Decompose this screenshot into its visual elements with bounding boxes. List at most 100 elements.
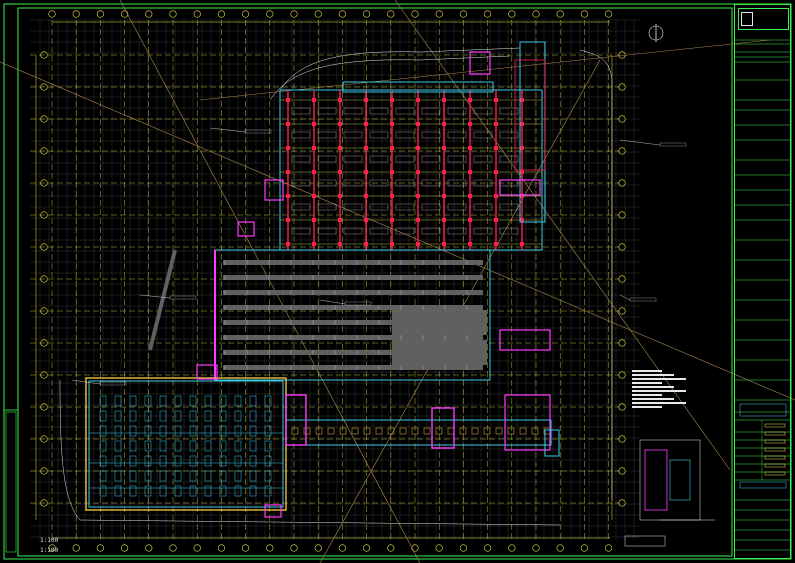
parking-stall [343,155,363,163]
axis-bubble-top [242,10,250,18]
column-marker [494,146,498,150]
axis-bubble-top [72,10,80,18]
column-marker [468,122,472,126]
column-marker [520,242,524,246]
leader-line-2 [319,299,346,305]
axis-bubble-bottom [604,544,613,552]
parking-row-hatch [223,305,483,310]
axis-bubble-bottom [387,544,395,552]
lower-stall [249,440,257,452]
lower-stall [204,425,212,437]
lower-stall [159,395,167,407]
lower-stall [204,395,212,407]
column-marker [338,146,342,150]
column-marker [312,122,316,126]
site-boundary-right [579,49,613,500]
axis-bubble-top [556,10,564,18]
column-marker [390,122,394,126]
drawing-title-block [624,535,666,547]
lower-stall [249,395,257,407]
axis-bubble-top [217,10,225,18]
lower-stall [129,470,137,482]
column-marker [416,146,420,150]
column-marker [286,122,290,126]
column-marker [416,194,420,198]
column-marker [364,146,368,150]
parking-row-hatch [223,335,483,340]
lower-stall [264,395,272,407]
axis-bubble-bottom [556,544,564,552]
lower-stall [174,470,182,482]
axis-bubble-top [338,10,347,18]
parking-stall [317,155,337,163]
lower-stall [249,485,257,497]
lower-stall [264,425,272,437]
column-marker [390,242,394,246]
axis-bubble-bottom [290,544,298,552]
axis-bubble-top [266,10,274,18]
axis-bubble-top [604,10,613,18]
axis-bubble-top [532,10,540,18]
lower-stall [114,455,122,467]
lower-stall [114,440,122,452]
column-marker [364,122,368,126]
column-marker [416,122,420,126]
axis-bubble-bottom [217,544,225,552]
parking-stall [473,155,493,163]
lower-stall [129,455,137,467]
note-line [632,382,662,384]
column-marker [468,194,472,198]
note-line [632,402,686,404]
ramp-strip [148,249,177,351]
detail-inset-stair [644,449,668,511]
column-marker [494,122,498,126]
column-marker [286,194,290,198]
corridor-unit [399,427,407,435]
lower-stall [159,455,167,467]
note-line [632,370,662,372]
lower-stall [264,470,272,482]
annotation-text-block [244,129,272,134]
axis-bubble-bottom [72,544,80,552]
axis-bubble-top [387,10,395,18]
lower-stall [159,425,167,437]
parking-stall [473,107,493,115]
leader-line-3 [619,139,661,146]
axis-bubble-top [580,10,589,18]
column-marker [494,194,498,198]
parking-stall [395,107,415,115]
column-marker [286,146,290,150]
corridor-unit [519,427,527,435]
axis-bubble-top [120,10,129,18]
parking-stall [421,131,441,139]
parking-stall [369,155,389,163]
diagonal-line-3 [394,0,731,471]
lower-stall [264,455,272,467]
lower-stall [204,470,212,482]
column-marker [286,242,290,246]
axis-bubble-top [145,10,153,18]
corridor-unit [447,427,455,435]
axis-bubble-bottom [145,544,153,552]
cad-viewport[interactable]: 1:100 1:100 [0,0,795,563]
column-marker [390,218,394,222]
note-line [632,374,674,376]
column-marker [442,122,446,126]
column-marker [364,98,368,102]
title-block [734,4,791,559]
parking-stall [343,131,363,139]
axis-bubble-top [193,10,201,18]
left-strip-box [5,411,17,553]
corridor-unit [291,427,299,435]
axis-bubble-bottom [193,544,201,552]
column-marker [312,170,316,174]
column-marker [442,194,446,198]
parking-row-hatch [223,275,483,280]
lower-stall [159,470,167,482]
axis-bubble-bottom [363,544,371,552]
axis-bubble-bottom [484,544,492,552]
lower-stall [114,470,122,482]
lower-stall [114,395,122,407]
axis-bubble-bottom [169,544,177,552]
column-marker [520,122,524,126]
